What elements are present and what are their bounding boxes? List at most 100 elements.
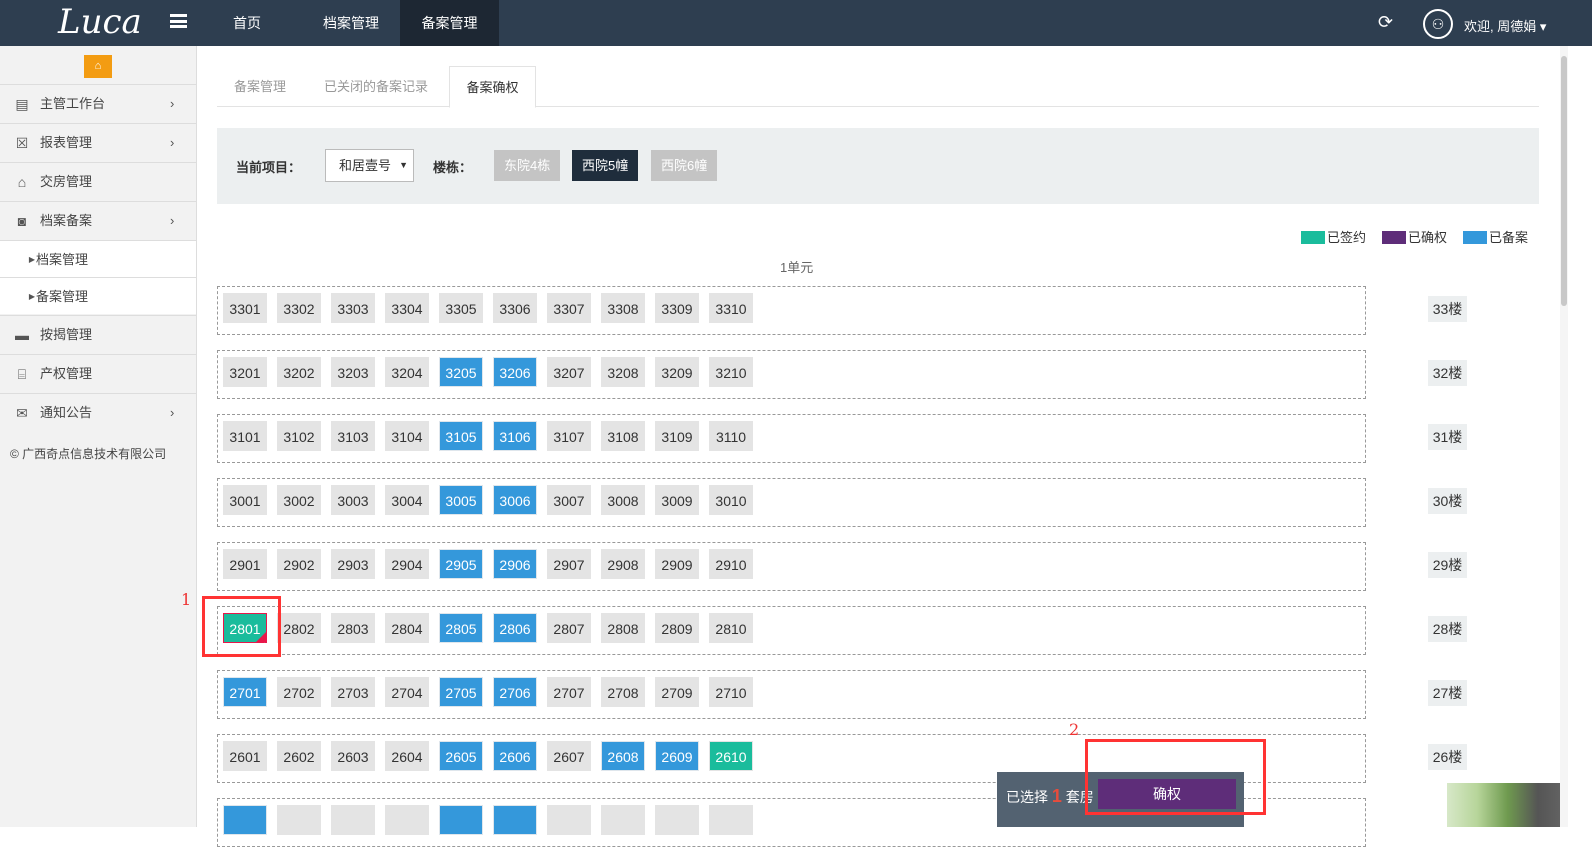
room-cell[interactable]: 3303 bbox=[331, 293, 375, 323]
room-cell[interactable]: 3307 bbox=[547, 293, 591, 323]
room-cell[interactable]: 2902 bbox=[277, 549, 321, 579]
room-cell[interactable] bbox=[493, 805, 537, 835]
room-cell[interactable]: 2808 bbox=[601, 613, 645, 643]
room-cell[interactable]: 3106 bbox=[493, 421, 537, 451]
room-cell[interactable]: 3102 bbox=[277, 421, 321, 451]
room-cell[interactable] bbox=[439, 805, 483, 835]
room-cell[interactable] bbox=[547, 805, 591, 835]
nav-archive-management[interactable]: 档案管理 bbox=[302, 0, 400, 46]
room-cell[interactable]: 3107 bbox=[547, 421, 591, 451]
room-cell[interactable] bbox=[709, 805, 753, 835]
room-cell[interactable]: 2602 bbox=[277, 741, 321, 771]
room-cell[interactable]: 3108 bbox=[601, 421, 645, 451]
room-cell[interactable]: 2607 bbox=[547, 741, 591, 771]
scrollbar[interactable] bbox=[1560, 46, 1568, 827]
sidebar-item[interactable]: ▬ 按揭管理 bbox=[0, 315, 196, 354]
sidebar-item[interactable]: ▶ 档案管理 bbox=[0, 240, 196, 277]
room-cell[interactable]: 3104 bbox=[385, 421, 429, 451]
sidebar-item[interactable]: ✉ 通知公告 › bbox=[0, 393, 196, 432]
sidebar-item[interactable]: ☒ 报表管理 › bbox=[0, 123, 196, 162]
room-cell[interactable]: 2610 bbox=[709, 741, 753, 771]
room-cell[interactable]: 2609 bbox=[655, 741, 699, 771]
room-cell[interactable]: 3010 bbox=[709, 485, 753, 515]
room-cell[interactable]: 2809 bbox=[655, 613, 699, 643]
room-cell[interactable]: 2803 bbox=[331, 613, 375, 643]
room-cell[interactable]: 2804 bbox=[385, 613, 429, 643]
room-cell[interactable]: 3308 bbox=[601, 293, 645, 323]
room-cell[interactable]: 2906 bbox=[493, 549, 537, 579]
room-cell[interactable]: 3203 bbox=[331, 357, 375, 387]
room-cell[interactable]: 3309 bbox=[655, 293, 699, 323]
room-cell[interactable]: 2904 bbox=[385, 549, 429, 579]
room-cell[interactable]: 2708 bbox=[601, 677, 645, 707]
room-cell[interactable] bbox=[223, 805, 267, 835]
room-cell[interactable]: 2704 bbox=[385, 677, 429, 707]
room-cell[interactable]: 3208 bbox=[601, 357, 645, 387]
room-cell[interactable]: 2901 bbox=[223, 549, 267, 579]
room-cell[interactable]: 2603 bbox=[331, 741, 375, 771]
project-select[interactable]: 和居壹号 ▼ bbox=[325, 149, 414, 182]
building-button[interactable]: 东院4栋 bbox=[494, 150, 561, 181]
nav-home[interactable]: 首页 bbox=[212, 0, 282, 46]
refresh-icon[interactable]: ⟳ bbox=[1378, 12, 1393, 33]
room-cell[interactable]: 3103 bbox=[331, 421, 375, 451]
sidebar-item[interactable]: ⌂ 交房管理 bbox=[0, 162, 196, 201]
room-cell[interactable]: 3304 bbox=[385, 293, 429, 323]
room-cell[interactable] bbox=[655, 805, 699, 835]
room-cell[interactable] bbox=[385, 805, 429, 835]
room-cell[interactable]: 2710 bbox=[709, 677, 753, 707]
room-cell[interactable]: 3302 bbox=[277, 293, 321, 323]
room-cell[interactable]: 2707 bbox=[547, 677, 591, 707]
room-cell[interactable]: 2606 bbox=[493, 741, 537, 771]
room-cell[interactable]: 3005 bbox=[439, 485, 483, 515]
room-cell[interactable]: 2905 bbox=[439, 549, 483, 579]
menu-toggle-icon[interactable] bbox=[170, 14, 187, 28]
room-cell[interactable]: 3205 bbox=[439, 357, 483, 387]
tab-filing-confirm[interactable]: 备案确权 bbox=[449, 66, 536, 108]
nav-filing-management[interactable]: 备案管理 bbox=[400, 0, 499, 46]
room-cell[interactable]: 2702 bbox=[277, 677, 321, 707]
room-cell[interactable]: 2909 bbox=[655, 549, 699, 579]
room-cell[interactable]: 2907 bbox=[547, 549, 591, 579]
room-cell[interactable] bbox=[601, 805, 645, 835]
building-button-active[interactable]: 西院5幢 bbox=[572, 150, 639, 181]
room-cell[interactable]: 3109 bbox=[655, 421, 699, 451]
logo[interactable]: Luca bbox=[58, 2, 142, 42]
room-cell[interactable]: 3110 bbox=[709, 421, 753, 451]
room-cell[interactable]: 3204 bbox=[385, 357, 429, 387]
room-cell[interactable]: 2805 bbox=[439, 613, 483, 643]
room-cell[interactable]: 2601 bbox=[223, 741, 267, 771]
room-cell[interactable]: 3207 bbox=[547, 357, 591, 387]
tab-filing-management[interactable]: 备案管理 bbox=[217, 66, 303, 107]
room-cell[interactable]: 2706 bbox=[493, 677, 537, 707]
room-cell[interactable]: 3101 bbox=[223, 421, 267, 451]
sidebar-item[interactable]: ▶ 备案管理 bbox=[0, 277, 196, 314]
room-cell[interactable]: 3201 bbox=[223, 357, 267, 387]
room-cell[interactable]: 2703 bbox=[331, 677, 375, 707]
room-cell[interactable]: 3202 bbox=[277, 357, 321, 387]
room-cell[interactable]: 3209 bbox=[655, 357, 699, 387]
room-cell[interactable]: 3006 bbox=[493, 485, 537, 515]
room-cell[interactable]: 2604 bbox=[385, 741, 429, 771]
room-cell[interactable]: 2802 bbox=[277, 613, 321, 643]
sidebar-item[interactable]: ▤ 主管工作台 › bbox=[0, 84, 196, 123]
room-cell[interactable]: 2807 bbox=[547, 613, 591, 643]
room-cell[interactable]: 3105 bbox=[439, 421, 483, 451]
room-cell[interactable]: 3002 bbox=[277, 485, 321, 515]
sidebar-item[interactable]: ⌸ 产权管理 bbox=[0, 354, 196, 393]
room-cell[interactable]: 3305 bbox=[439, 293, 483, 323]
home-icon[interactable]: ⌂ bbox=[84, 55, 112, 78]
building-button[interactable]: 西院6幢 bbox=[651, 150, 718, 181]
room-cell[interactable] bbox=[277, 805, 321, 835]
room-cell[interactable]: 3301 bbox=[223, 293, 267, 323]
tab-closed-records[interactable]: 已关闭的备案记录 bbox=[307, 66, 445, 107]
room-cell[interactable]: 3001 bbox=[223, 485, 267, 515]
room-cell[interactable]: 3206 bbox=[493, 357, 537, 387]
room-cell[interactable] bbox=[331, 805, 375, 835]
room-cell[interactable]: 3003 bbox=[331, 485, 375, 515]
room-cell[interactable]: 2709 bbox=[655, 677, 699, 707]
room-cell[interactable]: 2810 bbox=[709, 613, 753, 643]
room-cell[interactable]: 3306 bbox=[493, 293, 537, 323]
room-cell[interactable]: 3004 bbox=[385, 485, 429, 515]
room-cell[interactable]: 3009 bbox=[655, 485, 699, 515]
